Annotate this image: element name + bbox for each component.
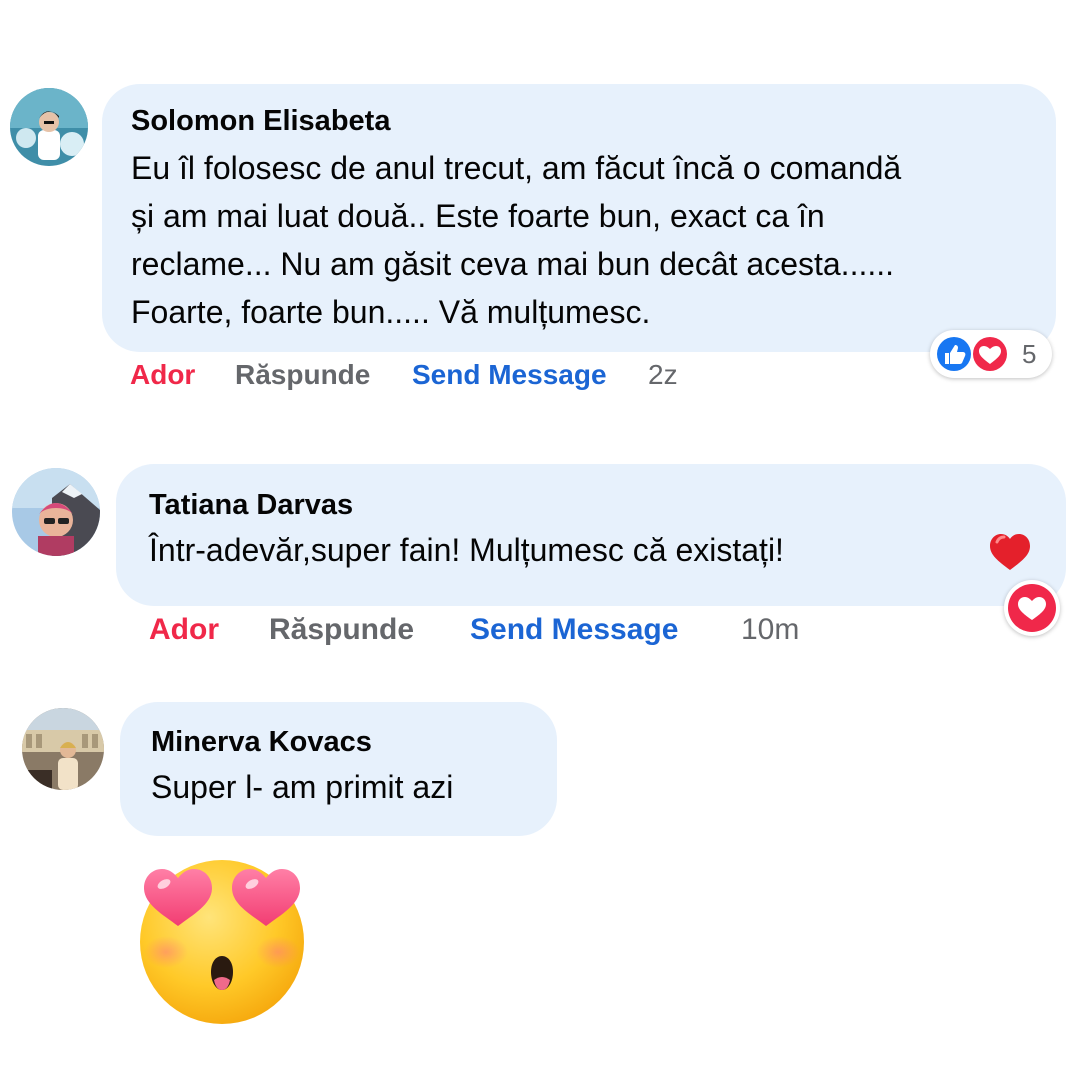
avatar-minerva-kovacs[interactable] xyxy=(22,708,104,790)
red-heart-emoji-icon xyxy=(987,528,1033,579)
avatar-tatiana-darvas[interactable] xyxy=(12,468,100,556)
ador-button[interactable]: Ador xyxy=(149,613,219,647)
comment-author-name[interactable]: Solomon Elisabeta xyxy=(131,104,1056,138)
comment-text-line: Super l- am primit azi xyxy=(151,769,454,805)
avatar-photo-icon xyxy=(10,88,88,166)
like-icon xyxy=(934,334,974,379)
love-reaction-badge[interactable] xyxy=(1004,580,1060,636)
comment-text-line: Într-adevăr,super fain! Mulțumesc că exi… xyxy=(149,532,784,568)
avatar-photo-icon xyxy=(12,468,100,556)
comment-text: Super l- am primit azi xyxy=(151,763,557,811)
reply-button[interactable]: Răspunde xyxy=(235,358,370,392)
send-message-button[interactable]: Send Message xyxy=(412,358,607,392)
ador-button[interactable]: Ador xyxy=(130,358,195,392)
comment-text-line: Eu îl folosesc de anul trecut, am făcut … xyxy=(131,150,902,186)
comment-bubble: Minerva Kovacs Super l- am primit azi xyxy=(120,702,557,836)
love-icon xyxy=(970,334,1010,379)
comment-text-line: și am mai luat două.. Este foarte bun, e… xyxy=(131,198,825,234)
comment-bubble: Solomon Elisabeta Eu îl folosesc de anul… xyxy=(102,84,1056,352)
comment-text-line: reclame... Nu am găsit ceva mai bun decâ… xyxy=(131,246,895,282)
avatar-photo-icon xyxy=(22,708,104,790)
comment-timestamp[interactable]: 2z xyxy=(648,358,678,392)
comment-author-name[interactable]: Minerva Kovacs xyxy=(151,725,557,759)
comment-timestamp[interactable]: 10m xyxy=(741,613,799,647)
avatar-solomon-elisabeta[interactable] xyxy=(10,88,88,166)
comment-text: Eu îl folosesc de anul trecut, am făcut … xyxy=(131,144,1056,336)
love-icon xyxy=(1008,584,1056,632)
comment-author-name[interactable]: Tatiana Darvas xyxy=(149,488,1066,522)
send-message-button[interactable]: Send Message xyxy=(470,613,678,647)
comment-text-line: Foarte, foarte bun..... Vă mulțumesc. xyxy=(131,294,651,330)
comment-text: Într-adevăr,super fain! Mulțumesc că exi… xyxy=(149,526,1066,574)
comment-bubble: Tatiana Darvas Într-adevăr,super fain! M… xyxy=(116,464,1066,606)
heart-eyes-emoji-icon xyxy=(138,856,308,1031)
reactions-summary[interactable]: 5 xyxy=(930,330,1052,378)
reaction-count: 5 xyxy=(1022,339,1037,369)
reply-button[interactable]: Răspunde xyxy=(269,613,414,647)
